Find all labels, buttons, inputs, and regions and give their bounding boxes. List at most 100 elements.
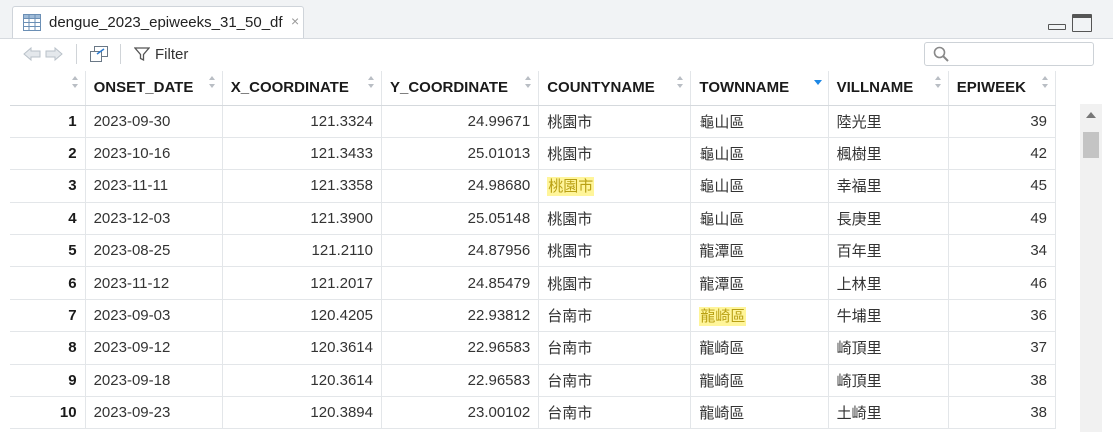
toolbar-divider (76, 44, 77, 64)
row-number: 6 (10, 266, 86, 300)
funnel-icon (134, 47, 150, 62)
cell-x-coordinate: 120.3894 (222, 396, 383, 430)
cell-villname: 楓樹里 (828, 137, 949, 171)
column-header-label: VILLNAME (836, 79, 914, 97)
column-header-y-coordinate[interactable]: Y_COORDINATE (381, 71, 540, 106)
cell-y-coordinate: 24.98680 (381, 169, 540, 203)
cell-epiweek: 46 (948, 266, 1057, 300)
cell-countyname: 台南市 (538, 396, 692, 430)
cell-onset-date: 2023-11-12 (85, 266, 223, 300)
cell-onset-date: 2023-08-25 (85, 234, 223, 268)
cell-x-coordinate: 120.3614 (222, 364, 383, 398)
column-header-townname[interactable]: TOWNNAME (690, 71, 829, 106)
row-number: 3 (10, 169, 86, 203)
cell-x-coordinate: 120.4205 (222, 299, 383, 333)
table-row: 6 2023-11-12 121.2017 24.85479 桃園市 龍潭區 上… (10, 266, 1057, 300)
cell-epiweek: 42 (948, 137, 1057, 171)
search-input[interactable] (924, 42, 1094, 66)
highlighted-text: 桃園市 (547, 177, 595, 197)
tab-dataset[interactable]: dengue_2023_epiweeks_31_50_df × (12, 6, 304, 38)
cell-onset-date: 2023-10-16 (85, 137, 223, 171)
forward-arrow-icon[interactable] (44, 46, 64, 62)
row-number: 4 (10, 202, 86, 236)
table-row: 8 2023-09-12 120.3614 22.96583 台南市 龍崎區 崎… (10, 331, 1057, 365)
sort-arrows-icon (525, 76, 532, 88)
minimize-pane-icon[interactable] (1048, 24, 1066, 30)
table-row: 2 2023-10-16 121.3433 25.01013 桃園市 龜山區 楓… (10, 137, 1057, 171)
cell-x-coordinate: 121.2017 (222, 266, 383, 300)
cell-onset-date: 2023-09-18 (85, 364, 223, 398)
cell-townname: 龜山區 (690, 169, 829, 203)
sort-arrows-icon (368, 76, 374, 88)
cell-x-coordinate: 120.3614 (222, 331, 383, 365)
close-icon[interactable]: × (291, 13, 299, 29)
tab-strip: dengue_2023_epiweeks_31_50_df × (0, 0, 1113, 39)
sort-arrows-icon (1042, 76, 1048, 88)
cell-y-coordinate: 25.05148 (381, 202, 540, 236)
back-arrow-icon[interactable] (22, 46, 42, 62)
row-number: 8 (10, 331, 86, 365)
cell-epiweek: 36 (948, 299, 1057, 333)
vertical-scrollbar[interactable] (1080, 104, 1102, 432)
column-header-label: TOWNNAME (699, 79, 790, 97)
maximize-pane-icon[interactable] (1072, 14, 1092, 32)
cell-y-coordinate: 24.87956 (381, 234, 540, 268)
cell-townname: 龍崎區 (690, 364, 829, 398)
cell-villname: 長庚里 (828, 202, 949, 236)
search-icon (933, 46, 949, 62)
cell-y-coordinate: 22.93812 (381, 299, 540, 333)
cell-countyname: 台南市 (538, 364, 692, 398)
column-header-label: Y_COORDINATE (390, 79, 509, 97)
popout-window-icon[interactable] (90, 46, 108, 62)
column-header-villname[interactable]: VILLNAME (828, 71, 949, 106)
table-row: 4 2023-12-03 121.3900 25.05148 桃園市 龜山區 長… (10, 202, 1057, 236)
cell-y-coordinate: 24.85479 (381, 266, 540, 300)
column-header-rownum[interactable] (10, 71, 86, 106)
filter-button[interactable]: Filter (134, 43, 188, 65)
cell-villname: 土崎里 (828, 396, 949, 430)
cell-x-coordinate: 121.3900 (222, 202, 383, 236)
highlighted-text: 龍崎區 (699, 307, 747, 327)
row-number: 9 (10, 364, 86, 398)
cell-villname: 百年里 (828, 234, 949, 268)
cell-townname: 龍崎區 (690, 396, 829, 430)
cell-x-coordinate: 121.3324 (222, 105, 383, 138)
cell-y-coordinate: 25.01013 (381, 137, 540, 171)
cell-onset-date: 2023-09-12 (85, 331, 223, 365)
row-number: 1 (10, 105, 86, 138)
cell-x-coordinate: 121.3358 (222, 169, 383, 203)
cell-onset-date: 2023-09-03 (85, 299, 223, 333)
toolbar: Filter (0, 39, 1113, 69)
cell-townname: 龍崎區 (690, 331, 829, 365)
sort-arrows-icon (934, 76, 941, 88)
column-header-label: ONSET_DATE (93, 79, 194, 97)
table-row: 1 2023-09-30 121.3324 24.99671 桃園市 龜山區 陸… (10, 105, 1057, 138)
scrollbar-thumb[interactable] (1083, 132, 1099, 158)
cell-villname: 幸福里 (828, 169, 949, 203)
cell-townname: 龜山區 (690, 202, 829, 236)
cell-townname: 龜山區 (690, 137, 829, 171)
cell-countyname: 桃園市 (538, 105, 692, 138)
scroll-up-arrow-icon[interactable] (1086, 112, 1096, 118)
cell-villname: 崎頂里 (828, 331, 949, 365)
column-header-label: X_COORDINATE (230, 79, 349, 97)
cell-countyname: 桃園市 (538, 266, 692, 300)
row-number: 7 (10, 299, 86, 333)
table-row: 9 2023-09-18 120.3614 22.96583 台南市 龍崎區 崎… (10, 364, 1057, 398)
column-header-onset-date[interactable]: ONSET_DATE (85, 71, 223, 106)
column-header-countyname[interactable]: COUNTYNAME (538, 71, 692, 106)
row-number: 10 (10, 396, 86, 430)
cell-countyname: 桃園市 (538, 137, 692, 171)
sort-descending-icon (813, 80, 822, 85)
cell-countyname: 台南市 (538, 299, 692, 333)
cell-x-coordinate: 121.3433 (222, 137, 383, 171)
sort-arrows-icon (677, 76, 684, 88)
data-table: ONSET_DATE X_COORDINATE Y_COORDINATE COU… (10, 71, 1057, 430)
row-number: 5 (10, 234, 86, 268)
column-header-x-coordinate[interactable]: X_COORDINATE (222, 71, 383, 106)
cell-epiweek: 37 (948, 331, 1057, 365)
cell-onset-date: 2023-09-30 (85, 105, 223, 138)
cell-onset-date: 2023-11-11 (85, 169, 223, 203)
cell-villname: 崎頂里 (828, 364, 949, 398)
column-header-epiweek[interactable]: EPIWEEK (948, 71, 1057, 106)
